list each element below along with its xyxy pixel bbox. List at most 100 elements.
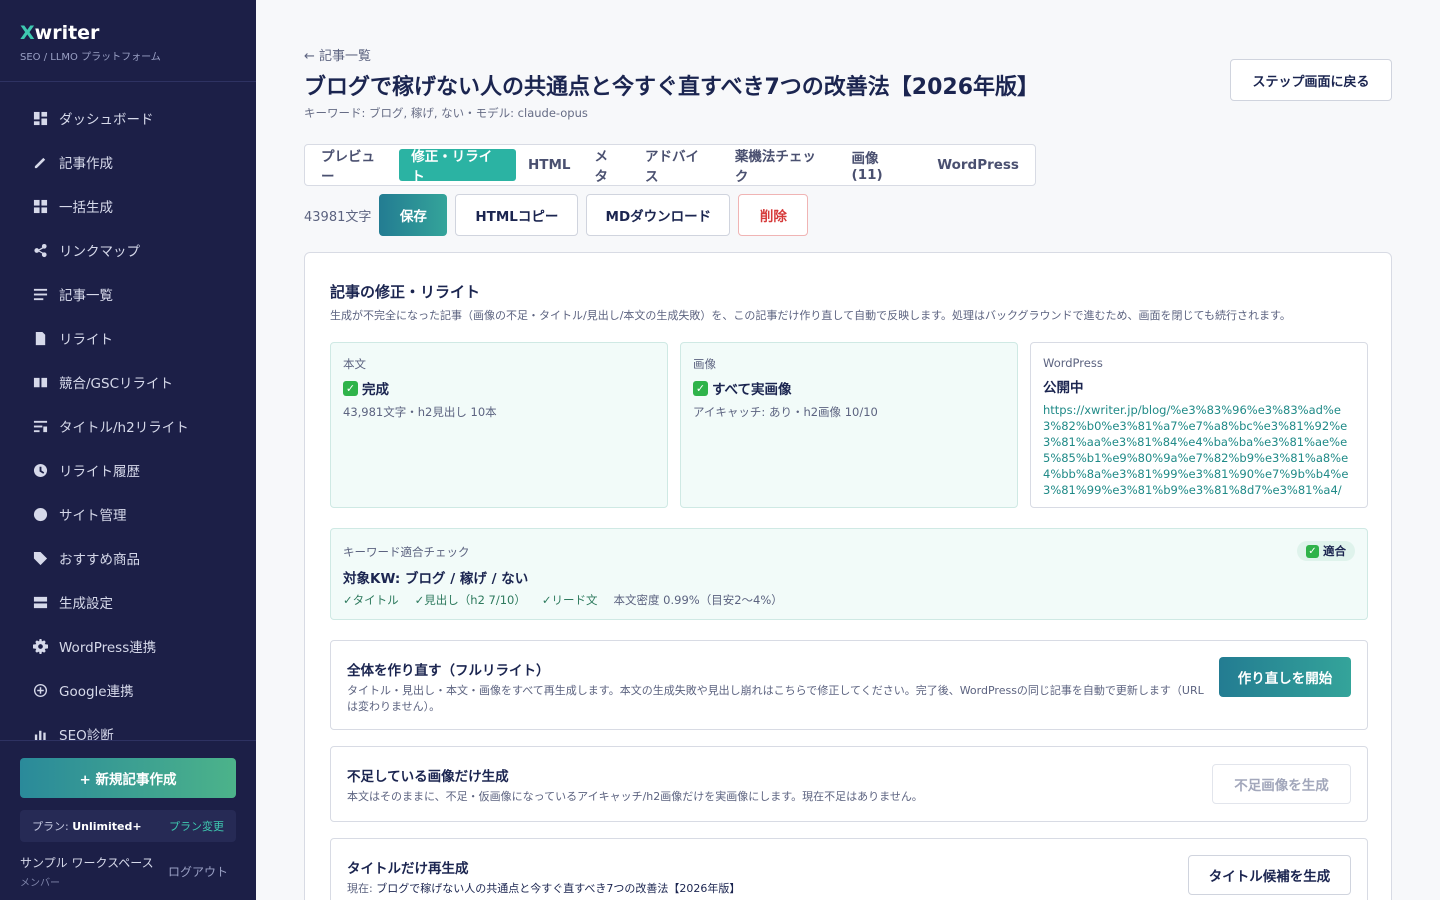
panel-description: 生成が不完全になった記事（画像の不足・タイトル/見出し/本文の生成失敗）を、この…: [330, 309, 1291, 322]
plan-box: プラン: Unlimited+ プラン変更: [20, 810, 236, 842]
images-only-section: 不足している画像だけ生成 本文はそのままに、不足・仮画像になっているアイキャッチ…: [330, 746, 1368, 822]
check-icon: ✓: [1306, 544, 1319, 558]
html-copy-button[interactable]: HTMLコピー: [455, 194, 579, 236]
new-article-button[interactable]: + 新規記事作成: [20, 758, 236, 798]
sidebar-item-label: サイト管理: [59, 508, 127, 524]
tab-7[interactable]: WordPress: [925, 149, 1031, 181]
card-detail: 43,981文字・h2見出し 10本: [343, 405, 497, 419]
keyword-density: 本文密度 0.99%（目安2〜4%）: [613, 593, 783, 607]
sidebar-item-0[interactable]: ダッシュボード: [0, 96, 256, 140]
sidebar-item-3[interactable]: リンクマップ: [0, 228, 256, 272]
tab-1[interactable]: 修正・リライト: [399, 149, 516, 185]
section-description: 本文はそのままに、不足・仮画像になっているアイキャッチ/h2画像だけを実画像にし…: [347, 790, 923, 803]
plus-circle-icon: [32, 682, 48, 698]
sidebar-item-label: 生成設定: [59, 596, 113, 612]
card-label: 本文: [343, 357, 366, 371]
sidebar-item-11[interactable]: 生成設定: [0, 580, 256, 624]
title-only-section: タイトルだけ再生成 現在: ブログで稼げない人の共通点と今すぐ直すべき7つの改善…: [330, 838, 1368, 900]
sidebar-item-2[interactable]: 一括生成: [0, 184, 256, 228]
generate-title-button[interactable]: タイトル候補を生成: [1188, 855, 1351, 895]
gear-icon: [32, 638, 48, 654]
save-button[interactable]: 保存: [379, 194, 448, 236]
tab-6[interactable]: 画像 (11): [840, 149, 926, 183]
section-title: タイトルだけ再生成: [347, 861, 469, 877]
wordpress-url-link[interactable]: https://xwriter.jp/blog/%e3%83%96%e3%83%…: [1043, 402, 1355, 498]
brand-logo[interactable]: Xwriter: [20, 22, 236, 44]
sidebar-item-label: おすすめ商品: [59, 552, 140, 568]
card-value: 公開中: [1043, 380, 1084, 396]
globe-icon: [32, 506, 48, 522]
sidebar-item-label: リンクマップ: [59, 244, 140, 260]
drawer-icon: [32, 594, 48, 610]
sidebar-item-7[interactable]: タイトル/h2リライト: [0, 404, 256, 448]
panel-title: 記事の修正・リライト: [330, 283, 481, 301]
keyword-target: 対象KW: ブログ / 稼げ / ない: [343, 571, 529, 587]
step-back-button[interactable]: ステップ画面に戻る: [1230, 59, 1392, 101]
start-rewrite-button[interactable]: 作り直しを開始: [1219, 657, 1351, 697]
sidebar-item-12[interactable]: WordPress連携: [0, 624, 256, 668]
brand: Xwriter SEO / LLMO プラットフォーム: [0, 0, 256, 82]
check-headings: ✓見出し（h2 7/10）: [414, 593, 526, 607]
status-card-body: 本文 ✓ 完成 43,981文字・h2見出し 10本: [330, 342, 668, 508]
main-content: ← 記事一覧 ブログで稼げない人の共通点と今すぐ直すべき7つの改善法【2026年…: [256, 0, 1440, 900]
sidebar-item-14[interactable]: SEO診断: [0, 712, 256, 740]
sidebar-item-13[interactable]: Google連携: [0, 668, 256, 712]
pencil-icon: [32, 154, 48, 170]
card-label: 画像: [693, 357, 716, 371]
delete-button[interactable]: 削除: [738, 194, 809, 236]
list-icon: [32, 286, 48, 302]
share-icon: [32, 242, 48, 258]
sidebar-item-label: WordPress連携: [59, 640, 157, 656]
keyword-check-box: キーワード適合チェック ✓ 適合 対象KW: ブログ / 稼げ / ない ✓タイト…: [330, 528, 1368, 620]
sidebar-item-4[interactable]: 記事一覧: [0, 272, 256, 316]
md-download-button[interactable]: MDダウンロード: [586, 194, 731, 236]
full-rewrite-section: 全体を作り直す（フルリライト） タイトル・見出し・本文・画像をすべて再生成します…: [330, 640, 1368, 730]
sidebar-item-label: 記事作成: [59, 156, 113, 172]
current-title: 現在: ブログで稼げない人の共通点と今すぐ直すべき7つの改善法【2026年版】: [347, 882, 741, 895]
plan-change-link[interactable]: プラン変更: [169, 818, 224, 834]
section-title: 不足している画像だけ生成: [347, 769, 509, 785]
tab-0[interactable]: プレビュー: [309, 149, 399, 185]
sidebar-item-1[interactable]: 記事作成: [0, 140, 256, 184]
heading-icon: [32, 418, 48, 434]
chart-icon: [32, 726, 48, 740]
tab-2[interactable]: HTML: [516, 149, 583, 181]
document-icon: [32, 330, 48, 346]
logout-link[interactable]: ログアウト: [168, 863, 228, 880]
card-value: ✓ 完成: [343, 378, 655, 398]
tab-3[interactable]: メタ: [583, 149, 633, 185]
generate-images-button[interactable]: 不足画像を生成: [1212, 764, 1351, 804]
status-card-wordpress: WordPress 公開中 https://xwriter.jp/blog/%e…: [1030, 342, 1368, 508]
card-label: WordPress: [1043, 356, 1103, 370]
sidebar-nav: ダッシュボード記事作成一括生成リンクマップ 記事一覧リライト競合/GSCリライトタ…: [0, 96, 256, 740]
sidebar-item-10[interactable]: おすすめ商品: [0, 536, 256, 580]
book-icon: [32, 374, 48, 390]
tab-5[interactable]: 薬機法チェック: [723, 149, 840, 185]
sidebar-item-label: 記事一覧: [59, 288, 113, 304]
dashboard-icon: [32, 110, 48, 126]
sidebar-item-9[interactable]: サイト管理: [0, 492, 256, 536]
sidebar-item-label: 一括生成: [59, 200, 113, 216]
check-title: ✓タイトル: [343, 593, 399, 607]
sidebar-item-5[interactable]: リライト: [0, 316, 256, 360]
sidebar-item-label: リライト: [59, 332, 113, 348]
plan-label: プラン: Unlimited+: [32, 820, 142, 833]
check-icon: ✓: [693, 380, 708, 396]
sidebar-item-label: SEO診断: [59, 728, 114, 740]
sidebar-item-8[interactable]: リライト履歴: [0, 448, 256, 492]
sidebar-item-6[interactable]: 競合/GSCリライト: [0, 360, 256, 404]
back-link[interactable]: ← 記事一覧: [304, 45, 371, 64]
sidebar-footer: + 新規記事作成 プラン: Unlimited+ プラン変更 サンプル ワークス…: [0, 740, 256, 900]
rewrite-panel: 記事の修正・リライト 生成が不完全になった記事（画像の不足・タイトル/見出し/本…: [304, 252, 1392, 900]
check-icon: ✓: [343, 380, 358, 396]
action-bar: 43981文字 保存 HTMLコピー MDダウンロード 削除: [304, 194, 816, 236]
brand-subtitle: SEO / LLMO プラットフォーム: [20, 52, 161, 63]
grid-icon: [32, 198, 48, 214]
sidebar: Xwriter SEO / LLMO プラットフォーム ダッシュボード記事作成一…: [0, 0, 256, 900]
status-card-image: 画像 ✓ すべて実画像 アイキャッチ: あり・h2画像 10/10: [680, 342, 1018, 508]
sidebar-item-label: リライト履歴: [59, 464, 140, 480]
card-value: ✓ すべて実画像: [693, 378, 1005, 398]
card-detail: アイキャッチ: あり・h2画像 10/10: [693, 405, 878, 419]
char-count: 43981文字: [304, 209, 372, 225]
tab-4[interactable]: アドバイス: [633, 149, 723, 185]
